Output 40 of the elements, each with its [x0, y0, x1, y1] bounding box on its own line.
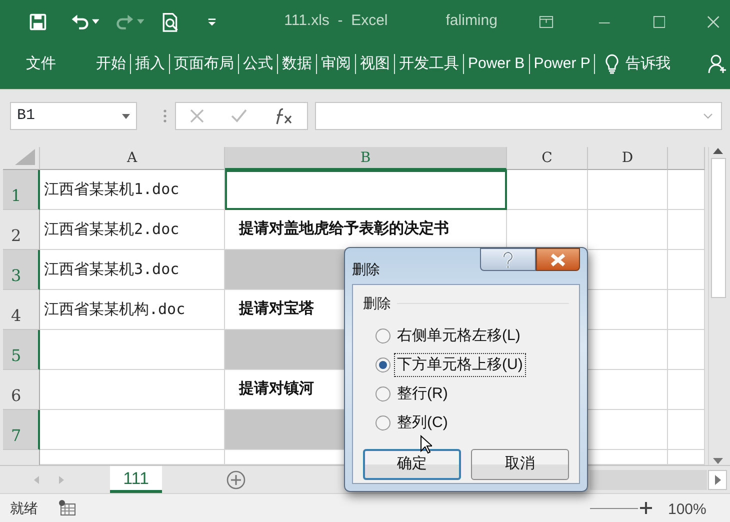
ribbon-tab[interactable]: 视图: [356, 54, 395, 74]
row-header[interactable]: 5: [3, 330, 40, 370]
row-header[interactable]: 7: [3, 410, 40, 450]
dialog-title: 删除: [352, 260, 380, 279]
row-header[interactable]: 6: [3, 370, 40, 410]
ribbon-tab[interactable]: 数据: [278, 54, 317, 74]
group-label: 删除: [363, 294, 391, 313]
ribbon-tab[interactable]: Power B: [464, 54, 530, 74]
status-text: 就绪: [10, 498, 38, 518]
ribbon-tab[interactable]: Power P: [530, 54, 596, 74]
ribbon-tab[interactable]: 开始: [92, 54, 131, 74]
row-header[interactable]: 2: [3, 210, 40, 250]
cell-text: 江西省某某机1.doc: [40, 170, 225, 210]
column-header[interactable]: C: [507, 147, 588, 170]
radio-label[interactable]: 整行(R): [394, 382, 451, 406]
radio-label[interactable]: 下方单元格上移(U): [394, 353, 526, 377]
column-header[interactable]: A: [40, 147, 225, 170]
row-header[interactable]: 4: [3, 290, 40, 330]
zoom-level[interactable]: 100%: [668, 499, 706, 522]
window-title: 111.xls - Excel: [284, 11, 388, 32]
column-header[interactable]: B: [225, 147, 507, 170]
name-box[interactable]: B1: [10, 102, 137, 130]
sheet-tab[interactable]: 111: [110, 466, 162, 493]
radio-label[interactable]: 整列(C): [394, 411, 451, 435]
ribbon-tab[interactable]: 文件: [20, 54, 62, 74]
row-header[interactable]: 3: [3, 250, 40, 290]
cell-text: 江西省某某机2.doc: [40, 210, 225, 250]
ribbon-tab[interactable]: 页面布局: [170, 54, 239, 74]
row-header[interactable]: 1: [3, 170, 40, 210]
user-name: faliming: [446, 11, 498, 32]
cancel-button[interactable]: 取消: [471, 449, 569, 480]
cell-text: 江西省某某机构.doc: [40, 290, 225, 330]
ok-button[interactable]: 确定: [363, 449, 461, 480]
ribbon-tab[interactable]: 开发工具: [395, 54, 464, 74]
ribbon-tab[interactable]: 审阅: [317, 54, 356, 74]
tell-me-button[interactable]: 告诉我: [621, 54, 674, 74]
ribbon-tab[interactable]: 公式: [239, 54, 278, 74]
ribbon-tab[interactable]: 插入: [131, 54, 170, 74]
column-header[interactable]: D: [588, 147, 668, 170]
cell-reference: B1: [17, 106, 36, 126]
